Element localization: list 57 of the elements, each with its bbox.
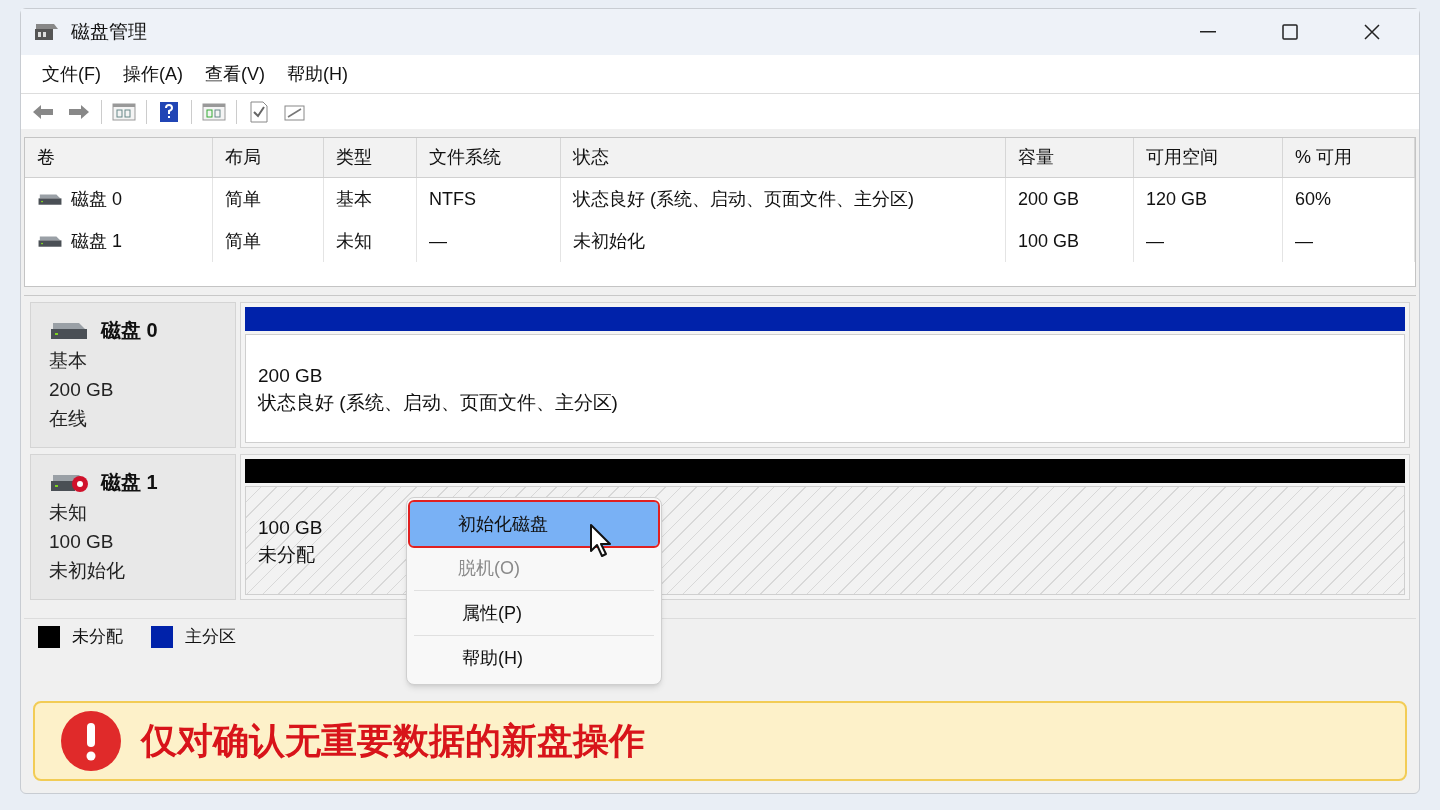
legend-label: 主分区: [185, 625, 236, 648]
table-cell-text: —: [429, 229, 447, 253]
column-header[interactable]: % 可用: [1283, 138, 1415, 177]
menu-item[interactable]: 操作(A): [114, 60, 192, 88]
context-menu-item[interactable]: 帮助(H): [414, 636, 654, 680]
table-cell-text: 200 GB: [1018, 187, 1080, 211]
warning-text: 仅对确认无重要数据的新盘操作: [141, 719, 645, 763]
table-cell-text: 磁盘 0: [71, 187, 122, 211]
disk-info-panel[interactable]: 磁盘 1 未知 100 GB 未初始化: [30, 454, 236, 600]
table-cell-text: 60%: [1295, 187, 1332, 211]
partition-status: 未分配: [258, 542, 315, 567]
menu-item[interactable]: 文件(F): [33, 60, 110, 88]
context-menu-item[interactable]: 属性(P): [414, 591, 654, 635]
minimize-icon: [1200, 31, 1216, 33]
column-header[interactable]: 类型: [324, 138, 417, 177]
table-cell-text: 基本: [336, 187, 372, 211]
menu-item[interactable]: 查看(V): [196, 60, 274, 88]
window-title: 磁盘管理: [71, 19, 147, 44]
table-cell-text: 100 GB: [1018, 229, 1080, 253]
table-cell-text: 状态良好 (系统、启动、页面文件、主分区): [573, 187, 914, 211]
disk-detail: 未知: [49, 501, 88, 525]
partition-status: 状态良好 (系统、启动、页面文件、主分区): [258, 390, 618, 415]
primary-partition[interactable]: 200 GB 状态良好 (系统、启动、页面文件、主分区): [245, 334, 1405, 443]
table-cell-text: NTFS: [429, 187, 476, 211]
disk-info-panel[interactable]: 磁盘 0 基本 200 GB 在线: [30, 302, 236, 448]
table-cell-text: 未知: [336, 229, 372, 253]
table-cell-text: 120 GB: [1146, 187, 1208, 211]
column-header[interactable]: 布局: [213, 138, 324, 177]
disk-detail: 200 GB: [49, 378, 115, 402]
column-header[interactable]: 文件系统: [417, 138, 561, 177]
column-header[interactable]: 卷: [25, 138, 213, 177]
disk-detail: 在线: [49, 407, 88, 431]
menu-item[interactable]: 帮助(H): [278, 60, 357, 88]
column-header[interactable]: 可用空间: [1134, 138, 1283, 177]
mouse-pointer-icon: [589, 523, 613, 559]
maximize-icon: [1282, 24, 1298, 40]
legend-label: 未分配: [72, 625, 123, 648]
table-cell-text: 简单: [225, 187, 261, 211]
disk-detail: 基本: [49, 349, 88, 373]
disk-management-icon: [33, 22, 59, 42]
table-cell-text: 简单: [225, 229, 261, 253]
disk-icon: [37, 192, 63, 206]
table-cell-text: 磁盘 1: [71, 229, 122, 253]
partition-size: 100 GB: [258, 515, 323, 540]
column-header[interactable]: 容量: [1006, 138, 1134, 177]
disk-icon: [37, 234, 63, 248]
context-menu-item[interactable]: 初始化磁盘: [410, 502, 658, 546]
close-icon: [1364, 24, 1380, 40]
disk-detail: 100 GB: [49, 530, 115, 554]
disk-name: 磁盘 0: [101, 318, 158, 343]
disk-detail: 未初始化: [49, 559, 126, 583]
column-header[interactable]: 状态: [561, 138, 1006, 177]
table-cell-text: —: [1146, 229, 1164, 253]
warning-icon: [61, 711, 121, 771]
table-cell-text: —: [1295, 229, 1313, 253]
table-cell-text: 未初始化: [573, 229, 645, 253]
disk-name: 磁盘 1: [101, 470, 158, 495]
